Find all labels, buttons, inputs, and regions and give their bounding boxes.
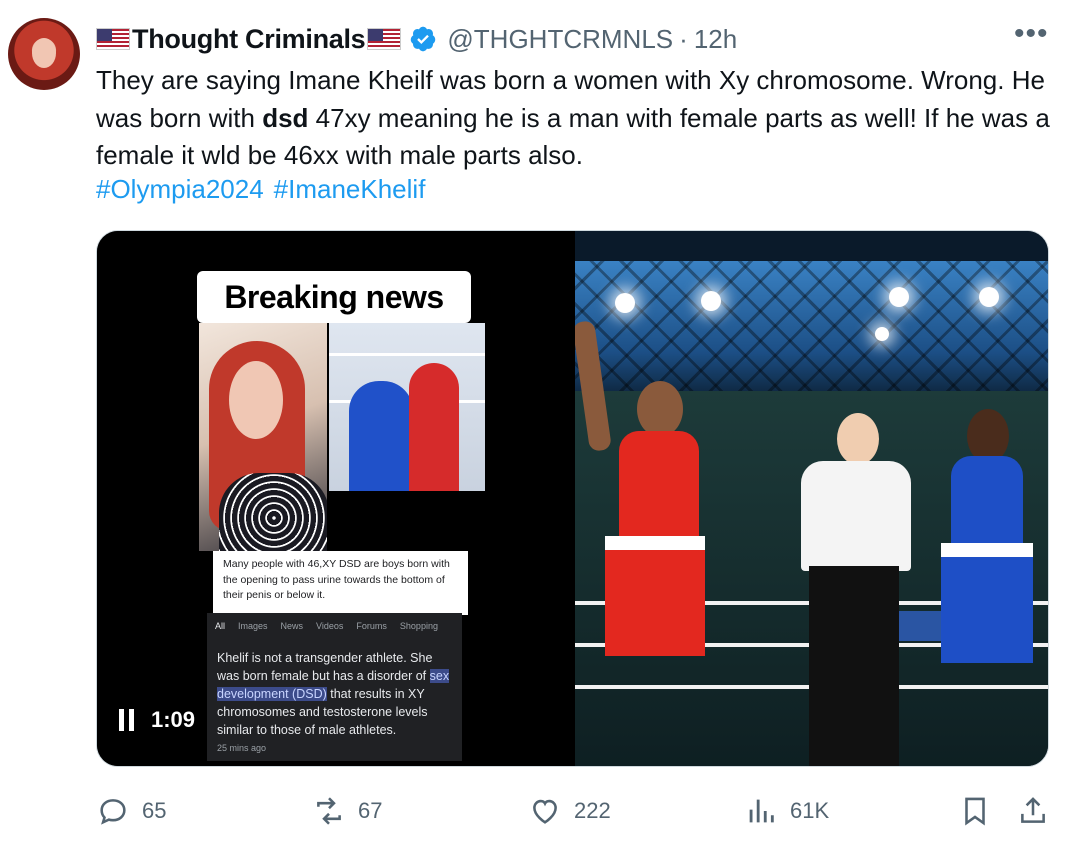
red-boxer xyxy=(619,431,699,541)
referee-head xyxy=(837,413,879,465)
spotlight-icon xyxy=(701,291,721,311)
reply-count: 65 xyxy=(142,798,167,823)
action-bar: 65 67 222 61K xyxy=(0,786,1080,834)
referee xyxy=(801,461,911,571)
like-button[interactable]: 222 xyxy=(528,794,611,828)
search-tab: Shopping xyxy=(399,621,438,631)
boxing-ring-photo[interactable] xyxy=(575,231,1048,766)
red-boxer-head xyxy=(637,381,683,437)
repost-count: 67 xyxy=(358,798,383,823)
tweet-header: Thought Criminals @THGHTCRMNLS · 12h xyxy=(96,20,737,58)
more-options-icon[interactable]: ••• xyxy=(1014,19,1049,49)
boxing-match-photo xyxy=(329,323,485,491)
red-boxer-shorts xyxy=(605,536,705,656)
breaking-news-banner: Breaking news xyxy=(197,271,471,323)
answer-text: Khelif is not a transgender athlete. She… xyxy=(217,651,433,683)
spotlight-icon xyxy=(615,293,635,313)
bookmark-icon xyxy=(965,797,985,826)
video-controls: 1:09 xyxy=(119,707,195,733)
search-tab: Forums xyxy=(356,621,387,631)
user-handle[interactable]: @THGHTCRMNLS xyxy=(447,24,673,55)
blue-boxer xyxy=(951,456,1023,551)
us-flag-icon xyxy=(96,28,130,50)
views-button[interactable]: 61K xyxy=(744,794,829,828)
presenter-photo xyxy=(199,323,327,551)
search-tabs: All Images News Videos Forums Shopping xyxy=(215,621,438,631)
spotlight-icon xyxy=(979,287,999,307)
heart-icon xyxy=(533,799,557,824)
blue-boxer-shorts xyxy=(941,543,1033,663)
like-count: 222 xyxy=(574,798,611,823)
referee-pants xyxy=(809,566,899,766)
repost-icon xyxy=(317,797,341,825)
reply-button[interactable]: 65 xyxy=(96,794,166,828)
hashtag-list: #Olympia2024 #ImaneKhelif xyxy=(96,171,435,208)
separator-dot: · xyxy=(679,23,688,54)
arena-truss xyxy=(575,261,1048,391)
views-chart-icon xyxy=(749,799,774,823)
media-grid[interactable]: Breaking news Many people with 46,XY DSD… xyxy=(96,230,1049,767)
bookmark-button[interactable] xyxy=(958,794,992,828)
search-answer: Khelif is not a transgender athlete. She… xyxy=(217,649,455,739)
spotlight-icon xyxy=(889,287,909,307)
video-duration: 1:09 xyxy=(151,707,196,732)
hashtag-link[interactable]: #ImaneKhelif xyxy=(274,174,426,204)
search-tab: News xyxy=(280,621,304,631)
views-count: 61K xyxy=(790,798,830,823)
pause-icon[interactable] xyxy=(119,709,135,731)
blue-boxer-head xyxy=(967,409,1009,463)
search-result-panel: All Images News Videos Forums Shopping K… xyxy=(207,613,462,761)
repost-button[interactable]: 67 xyxy=(312,794,382,828)
spotlight-icon xyxy=(875,327,889,341)
video-player[interactable]: Breaking news Many people with 46,XY DSD… xyxy=(97,231,571,766)
tweet-text: They are saying Imane Kheilf was born a … xyxy=(96,62,1056,175)
share-icon xyxy=(1021,797,1045,823)
verified-badge-icon[interactable] xyxy=(409,25,437,53)
result-age: 25 mins ago xyxy=(217,743,267,753)
profile-avatar[interactable] xyxy=(8,18,80,90)
share-button[interactable] xyxy=(1016,794,1050,828)
hashtag-link[interactable]: #Olympia2024 xyxy=(96,174,264,204)
search-tab: All xyxy=(215,621,226,631)
tweet-time[interactable]: 12h xyxy=(694,24,737,55)
display-name[interactable]: Thought Criminals xyxy=(132,24,366,55)
tweet-text-bold: dsd xyxy=(262,102,309,133)
us-flag-icon xyxy=(367,28,402,50)
search-tab: Videos xyxy=(316,621,344,631)
search-tab: Images xyxy=(238,621,268,631)
reply-icon xyxy=(100,799,126,825)
search-snippet-card: Many people with 46,XY DSD are boys born… xyxy=(213,551,468,615)
